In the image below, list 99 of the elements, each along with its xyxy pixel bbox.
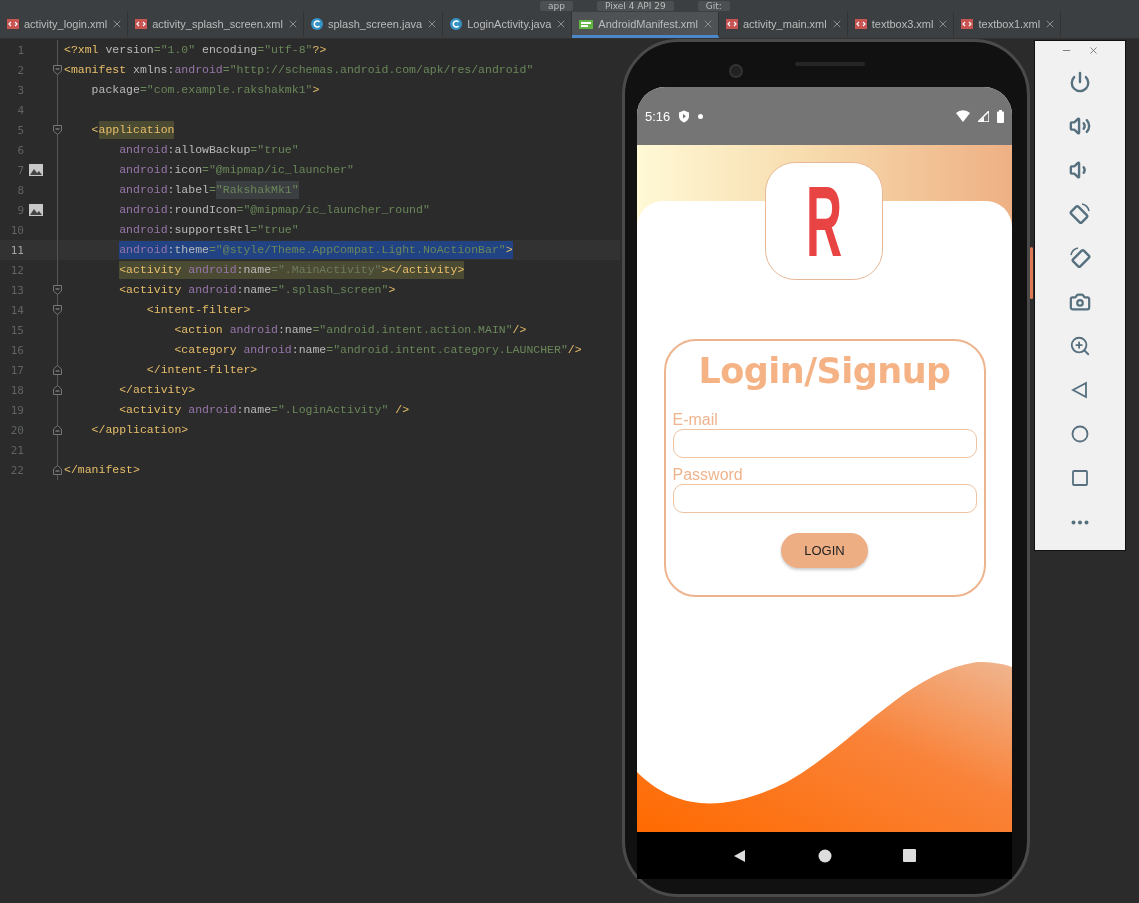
volume-up-icon xyxy=(1069,115,1091,137)
side-key[interactable] xyxy=(1030,247,1033,299)
signal-icon xyxy=(978,110,989,122)
code-line: </application> xyxy=(91,422,189,438)
line-number: 18 xyxy=(9,383,24,397)
home-icon xyxy=(1071,425,1089,443)
xml-file-icon xyxy=(960,16,975,31)
line-number: 7 xyxy=(16,163,24,177)
class-file-icon xyxy=(449,16,464,31)
camera-icon xyxy=(1069,291,1091,313)
line-number: 6 xyxy=(16,143,24,157)
line-number: 21 xyxy=(9,443,24,457)
line-number: 15 xyxy=(9,323,24,337)
code-line: <activity android:name=".LoginActivity" /> xyxy=(119,402,410,418)
rotate-icon xyxy=(1068,246,1092,270)
editor-tab[interactable]: AndroidManifest.xml xyxy=(572,12,719,38)
field-label: Password xyxy=(672,466,744,484)
tab-label: activity_main.xml xyxy=(743,17,827,30)
toolbar-item[interactable]: app xyxy=(540,1,573,11)
line-number: 17 xyxy=(9,363,24,377)
tab-label: activity_login.xml xyxy=(24,17,108,30)
shield-icon xyxy=(678,109,691,123)
line-number: 11 xyxy=(9,243,24,257)
toolbar-item[interactable]: Pixel 4 API 29 xyxy=(596,1,674,11)
camera-icon xyxy=(729,64,743,78)
code-line: android:supportsRtl="true" xyxy=(119,222,299,238)
input-field[interactable] xyxy=(672,484,977,513)
line-number: 10 xyxy=(9,223,24,237)
xml-file-icon xyxy=(134,16,149,31)
rotate-icon xyxy=(1068,202,1092,226)
wifi-icon xyxy=(956,110,970,122)
code-line: android:icon="@mipmap/ic_launcher" xyxy=(119,162,354,178)
line-number: 20 xyxy=(9,423,24,437)
login-button[interactable]: LOGIN xyxy=(781,533,868,568)
zoom-in-icon xyxy=(1069,335,1091,357)
line-number: 9 xyxy=(16,203,24,217)
fold-marker-icon[interactable] xyxy=(53,465,62,475)
code-line: package="com.example.rakshakmk1"> xyxy=(91,82,320,98)
power-icon xyxy=(1069,71,1091,93)
line-number: 12 xyxy=(9,263,24,277)
line-number: 8 xyxy=(16,183,24,197)
back-icon xyxy=(1071,381,1089,399)
tab-label: textbox1.xml xyxy=(978,17,1041,30)
matched-code: application xyxy=(98,121,175,139)
xml-file-icon xyxy=(6,16,20,31)
fold-marker-icon[interactable] xyxy=(53,305,62,315)
tab-label: activity_splash_screen.xml xyxy=(152,17,283,30)
fold-marker-icon[interactable] xyxy=(53,125,62,135)
fold-marker-icon[interactable] xyxy=(53,385,62,395)
class-file-icon xyxy=(310,16,324,31)
code-line: <manifest xmlns:android="http://schemas.android.com/apk/res/android" xyxy=(64,62,534,78)
code-line: <?xml version="1.0" encoding="utf-8"?> xyxy=(64,42,327,58)
line-number: 13 xyxy=(9,283,24,297)
form-title: Login/Signup xyxy=(697,351,952,391)
close-icon[interactable] xyxy=(1088,45,1099,56)
fold-marker-icon[interactable] xyxy=(53,365,62,375)
line-number: 16 xyxy=(9,343,24,357)
code-line: android:roundIcon="@mipmap/ic_launcher_round" xyxy=(119,202,430,218)
fold-marker-icon[interactable] xyxy=(53,285,62,295)
recents-icon[interactable] xyxy=(903,849,917,862)
back-icon[interactable] xyxy=(732,848,747,863)
code-line: <action android:name="android.intent.action.MAIN"/> xyxy=(174,322,527,338)
input-field[interactable] xyxy=(672,429,977,458)
field-label: E-mail xyxy=(672,411,719,429)
battery-icon xyxy=(997,109,1004,123)
line-number: 5 xyxy=(16,123,24,137)
selected-code: android:theme="@style/Theme.AppCompat.Light.NoActionBar"> xyxy=(119,241,513,259)
line-number: 3 xyxy=(16,83,24,97)
line-number: 22 xyxy=(9,463,24,477)
square-icon xyxy=(1072,470,1088,486)
code-line: </intent-filter> xyxy=(146,362,258,378)
code-line: android:allowBackup="true" xyxy=(119,142,299,158)
toolbar-item[interactable]: Git: xyxy=(697,1,730,11)
code-line: </manifest> xyxy=(64,462,140,478)
code-line: <intent-filter> xyxy=(146,302,251,318)
code-line: < xyxy=(91,122,99,138)
tab-label: textbox3.xml xyxy=(871,17,934,30)
fold-marker-icon[interactable] xyxy=(53,65,62,75)
folded-value: "RakshakMk1" xyxy=(215,181,299,199)
line-number: 4 xyxy=(16,103,24,117)
code-line: <category android:name="android.intent.category.LAUNCHER"/> xyxy=(174,342,582,358)
xml-file-icon xyxy=(853,16,868,31)
line-number: 19 xyxy=(9,403,24,417)
code-line: android:label= xyxy=(119,182,216,198)
fold-marker-icon[interactable] xyxy=(53,425,62,435)
xml-file-icon xyxy=(725,16,739,31)
line-number: 14 xyxy=(9,303,24,317)
logo-letter: R xyxy=(805,181,843,261)
code-line: </activity> xyxy=(119,382,196,398)
tab-label: LoginActivity.java xyxy=(467,17,552,30)
home-icon[interactable] xyxy=(818,848,832,863)
more-icon xyxy=(1071,519,1089,525)
code-line: <activity android:name=".splash_screen"> xyxy=(119,282,396,298)
status-time: 5:16 xyxy=(645,108,671,124)
dot-icon xyxy=(698,113,704,119)
tab-label: AndroidManifest.xml xyxy=(598,17,698,30)
tab-label: splash_screen.java xyxy=(328,17,423,30)
line-number: 1 xyxy=(16,43,24,57)
line-number: 2 xyxy=(16,63,24,77)
